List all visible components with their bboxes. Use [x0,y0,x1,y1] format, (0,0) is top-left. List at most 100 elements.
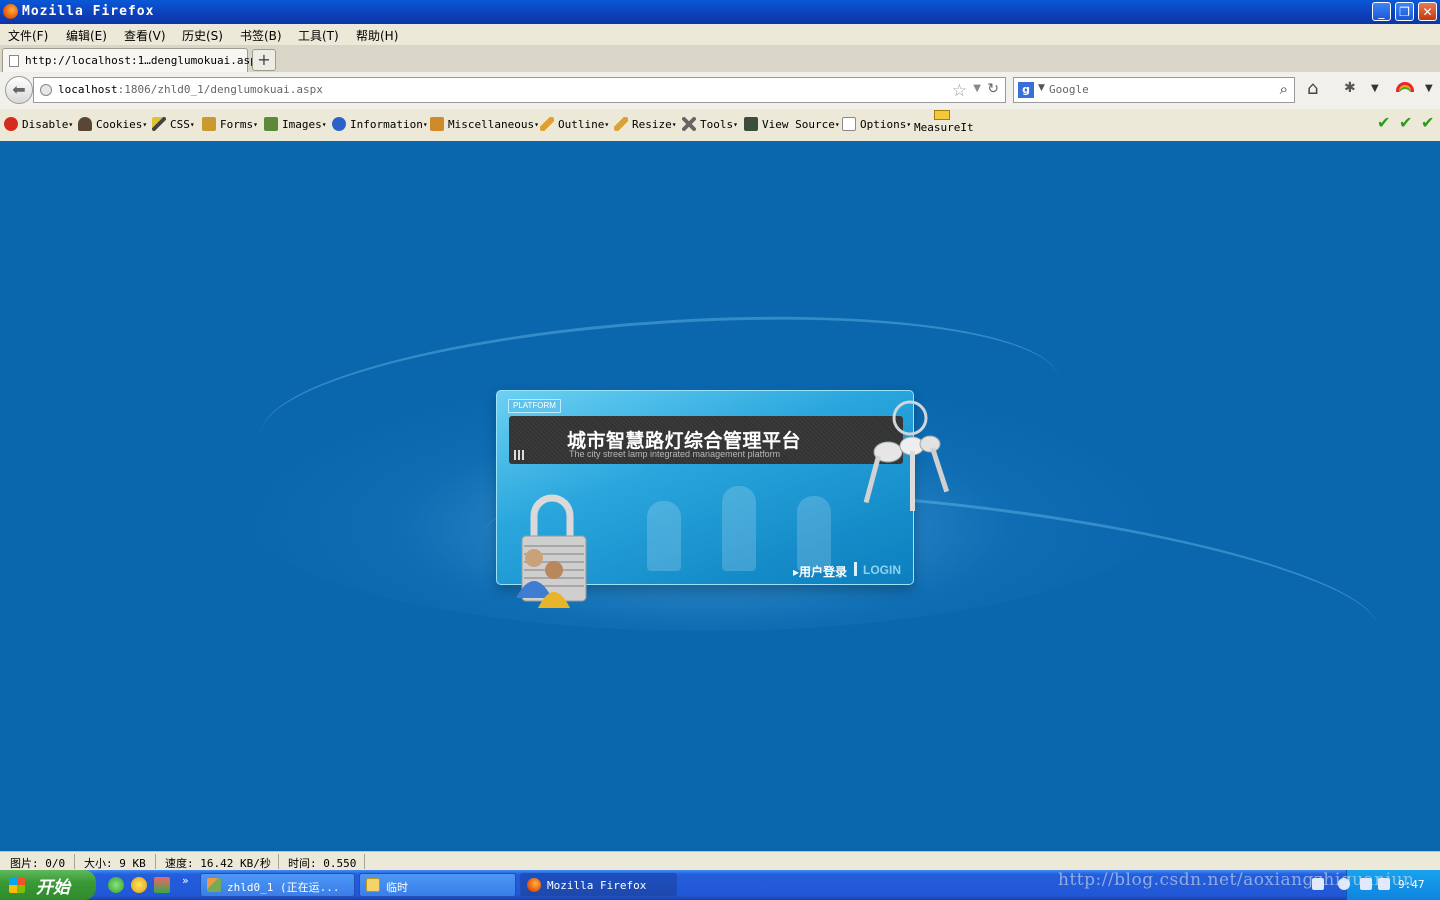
quicklaunch-ie-icon[interactable] [108,877,124,893]
devbar-images[interactable]: Images▾ [264,117,327,131]
maximize-button[interactable]: ❐ [1395,2,1414,21]
measureit-button[interactable]: MeasureIt [914,110,974,134]
search-icon[interactable]: ⌕ [1280,80,1288,98]
firefox-logo-icon [3,4,18,19]
task-label: Mozilla Firefox [547,879,647,892]
search-bar[interactable]: g ▼ Google ⌕ [1013,77,1295,103]
google-icon[interactable]: g [1018,82,1034,98]
resize-icon [614,117,628,131]
bookmark-star-icon[interactable]: ☆ [952,81,967,101]
start-label: 开始 [36,878,70,898]
search-engine-dropdown-icon[interactable]: ▼ [1038,83,1045,93]
menu-help[interactable]: 帮助(H) [356,27,398,44]
url-text: localhost:1806/zhld0_1/denglumokuai.aspx [58,83,323,96]
folder-icon [366,878,380,892]
user-login-link[interactable]: ▸用户登录 [793,563,847,580]
firefox-icon [527,878,541,892]
disable-icon [4,117,18,131]
back-arrow-icon: ⬅ [12,80,26,99]
devbar-css[interactable]: CSS▾ [152,117,195,131]
devbar-options[interactable]: Options▾ [842,117,911,131]
forms-icon [202,117,216,131]
site-identity-icon[interactable] [40,84,52,96]
devbar-forms-label: Forms [220,118,254,131]
validation-check-icon-1[interactable]: ✔ [1377,113,1390,132]
devbar-css-label: CSS [170,118,190,131]
devbar-outline-label: Outline [558,118,605,131]
home-icon[interactable]: ⌂ [1307,78,1318,99]
status-divider [278,854,279,869]
addon-icon[interactable]: ✱ [1344,80,1356,96]
options-icon [842,117,856,131]
platform-tag: PLATFORM [508,399,561,413]
css-icon [152,117,166,131]
tab-current[interactable]: http://localhost:1…denglumokuai.aspx [2,48,263,72]
start-button[interactable]: 开始 [0,870,96,900]
devbar-disable-label: Disable [22,118,69,131]
status-speed: 速度: 16.42 KB/秒 [165,857,271,870]
reload-icon[interactable]: ↻ [987,81,999,97]
quicklaunch-media-icon[interactable] [131,877,147,893]
status-size: 大小: 9 KB [84,857,146,870]
task-firefox[interactable]: Mozilla Firefox [520,873,677,897]
task-label: 临时 [386,881,408,894]
devbar-tools-label: Tools [700,118,734,131]
url-path: :1806/zhld0_1/denglumokuai.aspx [117,83,323,96]
task-folder[interactable]: 临时 [359,873,516,897]
task-visual-studio[interactable]: zhld0_1 (正在运... [200,873,355,897]
devbar-information[interactable]: Information▾ [332,117,428,131]
status-bar: 图片: 0/0 大小: 9 KB 速度: 16.42 KB/秒 时间: 0.55… [0,851,1440,871]
windows-logo-icon [9,877,25,893]
devbar-disable[interactable]: Disable▾ [4,117,73,131]
menu-tools[interactable]: 工具(T) [298,27,339,44]
devbar-outline[interactable]: Outline▾ [540,117,609,131]
devbar-cookies[interactable]: Cookies▾ [78,117,147,131]
banner-dots-icon [514,450,524,460]
platform-subtitle: The city street lamp integrated manageme… [569,449,781,459]
tools-icon [682,117,696,131]
quicklaunch-more-icon[interactable]: » [182,874,189,887]
devbar-forms[interactable]: Forms▾ [202,117,258,131]
minimize-button[interactable]: _ [1372,2,1391,21]
menu-view[interactable]: 查看(V) [124,27,166,44]
rainbow-dropdown-icon[interactable]: ▼ [1425,83,1433,94]
window-titlebar[interactable]: Mozilla Firefox _ ❐ ✕ [0,0,1440,24]
menu-bookmarks[interactable]: 书签(B) [240,27,282,44]
devbar-images-label: Images [282,118,322,131]
login-english-label[interactable]: LOGIN [863,563,901,577]
menu-edit[interactable]: 编辑(E) [66,27,107,44]
devbar-view-source-label: View Source [762,118,835,131]
devbar-resize[interactable]: Resize▾ [614,117,677,131]
status-divider [364,854,365,869]
back-button[interactable]: ⬅ [5,76,33,104]
images-icon [264,117,278,131]
menu-bar: 文件(F) 编辑(E) 查看(V) 历史(S) 书签(B) 工具(T) 帮助(H… [0,24,1440,45]
close-button[interactable]: ✕ [1418,2,1437,21]
validation-check-icon-3[interactable]: ✔ [1421,113,1434,132]
title-banner: 城市智慧路灯综合管理平台 The city street lamp integr… [509,416,903,464]
addon-dropdown-icon[interactable]: ▼ [1371,83,1379,94]
quicklaunch-app-icon[interactable] [154,877,170,893]
page-content: PLATFORM 城市智慧路灯综合管理平台 The city street la… [0,141,1440,851]
devbar-view-source[interactable]: View Source▾ [744,117,840,131]
menu-file[interactable]: 文件(F) [8,27,48,44]
view-source-icon [744,117,758,131]
new-tab-button[interactable]: + [252,49,276,71]
menu-history[interactable]: 历史(S) [182,27,223,44]
visual-studio-icon [207,878,221,892]
validation-check-icon-2[interactable]: ✔ [1399,113,1412,132]
status-divider [74,854,75,869]
ruler-icon [934,110,950,120]
task-label: zhld0_1 (正在运... [227,881,340,894]
devbar-miscellaneous-label: Miscellaneous [448,118,535,131]
url-dropdown-icon[interactable]: ▼ [973,83,981,94]
url-bar[interactable]: localhost:1806/zhld0_1/denglumokuai.aspx… [33,77,1006,103]
measureit-label: MeasureIt [914,121,974,134]
window-title: Mozilla Firefox [22,4,155,19]
children-silhouette-decoration [617,471,877,571]
watermark-text: http://blog.csdn.net/aoxiangzhiguanjun [1058,870,1415,890]
devbar-tools[interactable]: Tools▾ [682,117,738,131]
devbar-miscellaneous[interactable]: Miscellaneous▾ [430,117,539,131]
cookies-icon [78,117,92,131]
padlock-users-icon [516,494,587,608]
